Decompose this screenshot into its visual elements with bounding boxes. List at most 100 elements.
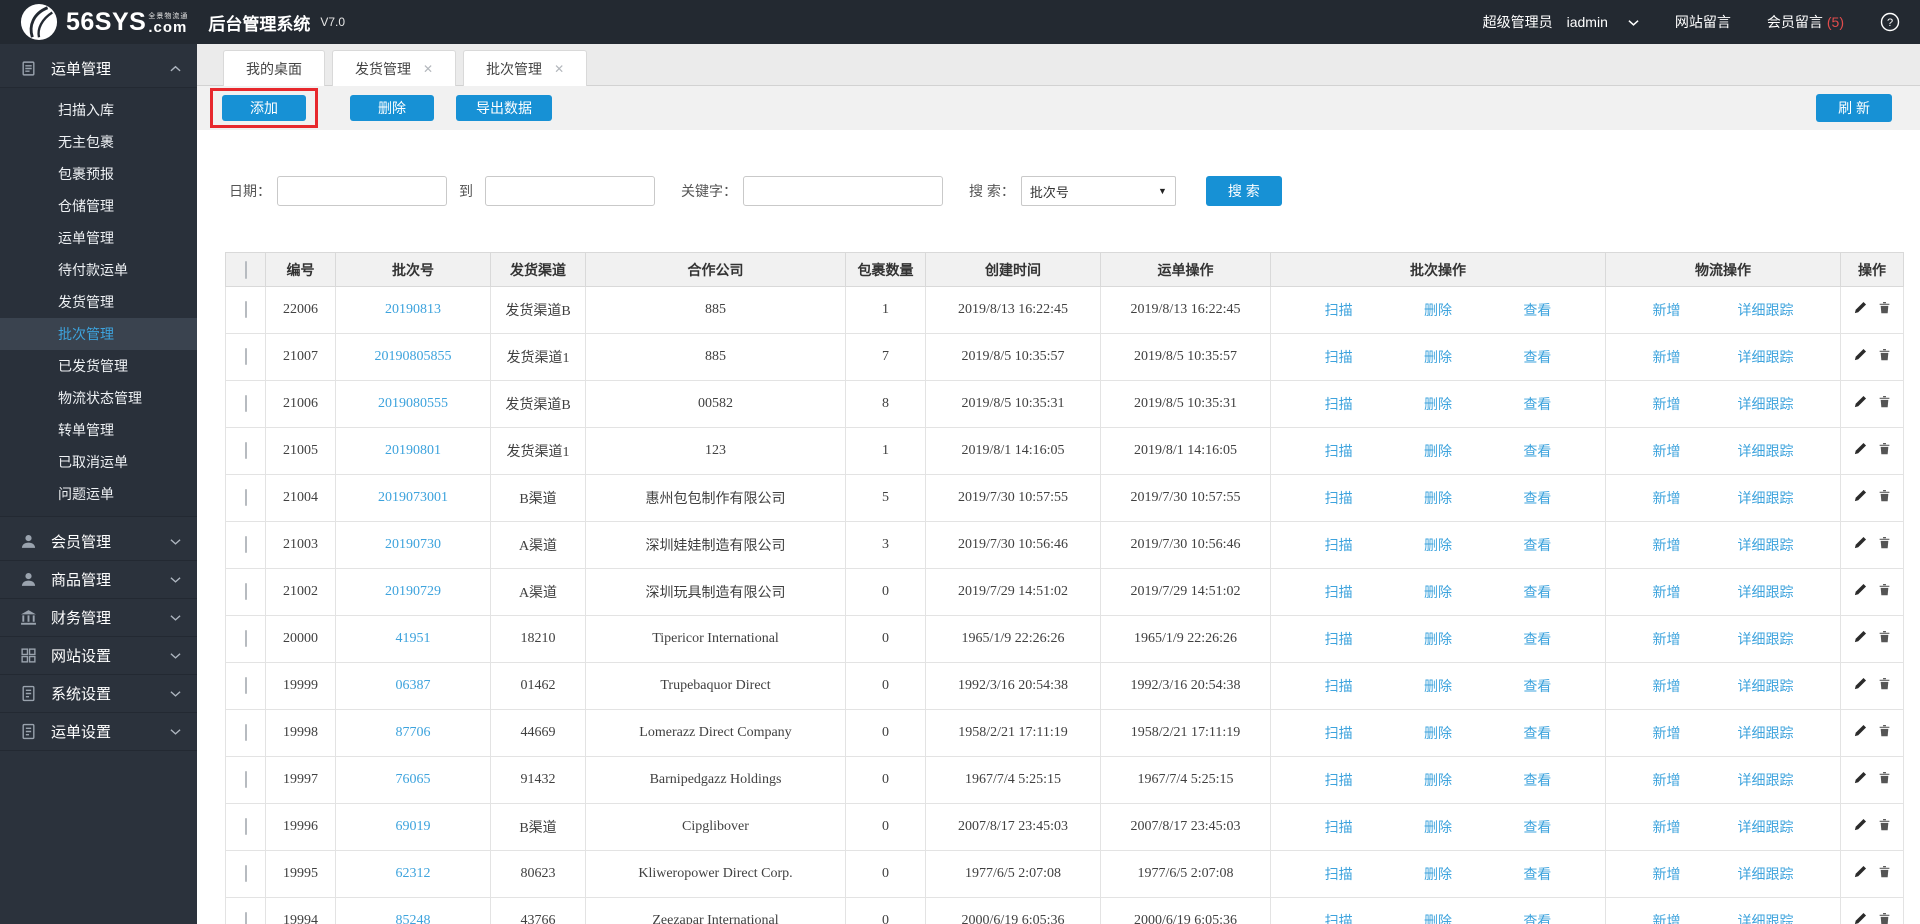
logistics-op-link[interactable]: 详细跟踪 [1738,488,1794,508]
batch-op-link[interactable]: 扫描 [1325,723,1353,743]
batch-op-link[interactable]: 删除 [1424,770,1452,790]
sidebar-item[interactable]: 已发货管理 [0,350,197,382]
delete-icon[interactable] [1878,724,1891,742]
refresh-button[interactable]: 刷 新 [1816,94,1892,122]
batch-no-link[interactable]: 06387 [396,678,431,693]
logistics-op-link[interactable]: 详细跟踪 [1738,582,1794,602]
sidebar-item[interactable]: 运单管理 [0,222,197,254]
logistics-op-link[interactable]: 详细跟踪 [1738,629,1794,649]
batch-op-link[interactable]: 查看 [1523,535,1551,555]
batch-op-link[interactable]: 查看 [1523,723,1551,743]
help-icon[interactable]: ? [1880,12,1900,32]
edit-icon[interactable] [1854,724,1867,742]
delete-icon[interactable] [1878,818,1891,836]
batch-op-link[interactable]: 查看 [1523,676,1551,696]
delete-icon[interactable] [1878,536,1891,554]
batch-no-link[interactable]: 20190729 [385,584,441,599]
delete-icon[interactable] [1878,442,1891,460]
logistics-op-link[interactable]: 详细跟踪 [1738,723,1794,743]
tab[interactable]: 发货管理✕ [332,50,456,86]
delete-icon[interactable] [1878,771,1891,789]
sidebar-item[interactable]: 无主包裹 [0,126,197,158]
edit-icon[interactable] [1854,301,1867,319]
batch-no-link[interactable]: 85248 [396,913,431,924]
sidebar-section[interactable]: 商品管理 [0,561,197,599]
edit-icon[interactable] [1854,818,1867,836]
export-button[interactable]: 导出数据 [456,95,552,121]
logistics-op-link[interactable]: 新增 [1653,535,1681,555]
batch-no-link[interactable]: 41951 [396,631,431,646]
batch-op-link[interactable]: 扫描 [1325,817,1353,837]
batch-op-link[interactable]: 扫描 [1325,347,1353,367]
sidebar-item[interactable]: 批次管理 [0,318,197,350]
sidebar-item[interactable]: 扫描入库 [0,94,197,126]
batch-op-link[interactable]: 删除 [1424,817,1452,837]
delete-icon[interactable] [1878,865,1891,883]
logistics-op-link[interactable]: 新增 [1653,300,1681,320]
logistics-op-link[interactable]: 详细跟踪 [1738,911,1794,924]
select-all-checkbox[interactable] [245,261,247,279]
batch-op-link[interactable]: 删除 [1424,676,1452,696]
batch-op-link[interactable]: 删除 [1424,535,1452,555]
batch-op-link[interactable]: 扫描 [1325,535,1353,555]
edit-icon[interactable] [1854,677,1867,695]
batch-op-link[interactable]: 删除 [1424,723,1452,743]
delete-icon[interactable] [1878,583,1891,601]
logistics-op-link[interactable]: 详细跟踪 [1738,300,1794,320]
batch-op-link[interactable]: 查看 [1523,864,1551,884]
row-checkbox[interactable] [245,912,247,924]
edit-icon[interactable] [1854,865,1867,883]
row-checkbox[interactable] [245,771,247,788]
logistics-op-link[interactable]: 新增 [1653,347,1681,367]
batch-op-link[interactable]: 查看 [1523,629,1551,649]
sidebar-item[interactable]: 已取消运单 [0,446,197,478]
search-button[interactable]: 搜 索 [1206,176,1282,206]
batch-op-link[interactable]: 查看 [1523,347,1551,367]
sidebar-section[interactable]: 系统设置 [0,675,197,713]
row-checkbox[interactable] [245,677,247,694]
delete-button[interactable]: 删除 [350,95,434,121]
edit-icon[interactable] [1854,630,1867,648]
batch-op-link[interactable]: 扫描 [1325,629,1353,649]
batch-op-link[interactable]: 查看 [1523,300,1551,320]
logistics-op-link[interactable]: 详细跟踪 [1738,770,1794,790]
sidebar-item[interactable]: 包裹预报 [0,158,197,190]
logistics-op-link[interactable]: 新增 [1653,864,1681,884]
logistics-op-link[interactable]: 新增 [1653,394,1681,414]
logistics-op-link[interactable]: 新增 [1653,723,1681,743]
batch-op-link[interactable]: 查看 [1523,817,1551,837]
batch-op-link[interactable]: 查看 [1523,911,1551,924]
date-to-input[interactable] [485,176,655,206]
logistics-op-link[interactable]: 详细跟踪 [1738,394,1794,414]
logistics-op-link[interactable]: 详细跟踪 [1738,347,1794,367]
tab-close-icon[interactable]: ✕ [554,62,564,76]
keyword-input[interactable] [743,176,943,206]
tab[interactable]: 我的桌面 [223,50,325,86]
tab-close-icon[interactable]: ✕ [423,62,433,76]
row-checkbox[interactable] [245,724,247,741]
edit-icon[interactable] [1854,348,1867,366]
sidebar-item[interactable]: 转单管理 [0,414,197,446]
logistics-op-link[interactable]: 详细跟踪 [1738,441,1794,461]
sidebar-section[interactable]: 运单设置 [0,713,197,751]
batch-no-link[interactable]: 20190730 [385,537,441,552]
logistics-op-link[interactable]: 新增 [1653,676,1681,696]
batch-op-link[interactable]: 扫描 [1325,488,1353,508]
search-type-select[interactable]: 批次号 ▼ [1021,176,1176,206]
batch-no-link[interactable]: 20190805855 [375,349,452,364]
batch-op-link[interactable]: 删除 [1424,347,1452,367]
logistics-op-link[interactable]: 详细跟踪 [1738,864,1794,884]
delete-icon[interactable] [1878,677,1891,695]
batch-no-link[interactable]: 87706 [396,725,431,740]
batch-no-link[interactable]: 62312 [396,866,431,881]
batch-op-link[interactable]: 删除 [1424,911,1452,924]
sidebar-item[interactable]: 发货管理 [0,286,197,318]
edit-icon[interactable] [1854,583,1867,601]
batch-op-link[interactable]: 删除 [1424,441,1452,461]
row-checkbox[interactable] [245,348,247,365]
logistics-op-link[interactable]: 新增 [1653,911,1681,924]
sidebar-section[interactable]: 网站设置 [0,637,197,675]
row-checkbox[interactable] [245,865,247,882]
batch-op-link[interactable]: 删除 [1424,394,1452,414]
sidebar-section[interactable]: 运单管理 [0,50,197,88]
